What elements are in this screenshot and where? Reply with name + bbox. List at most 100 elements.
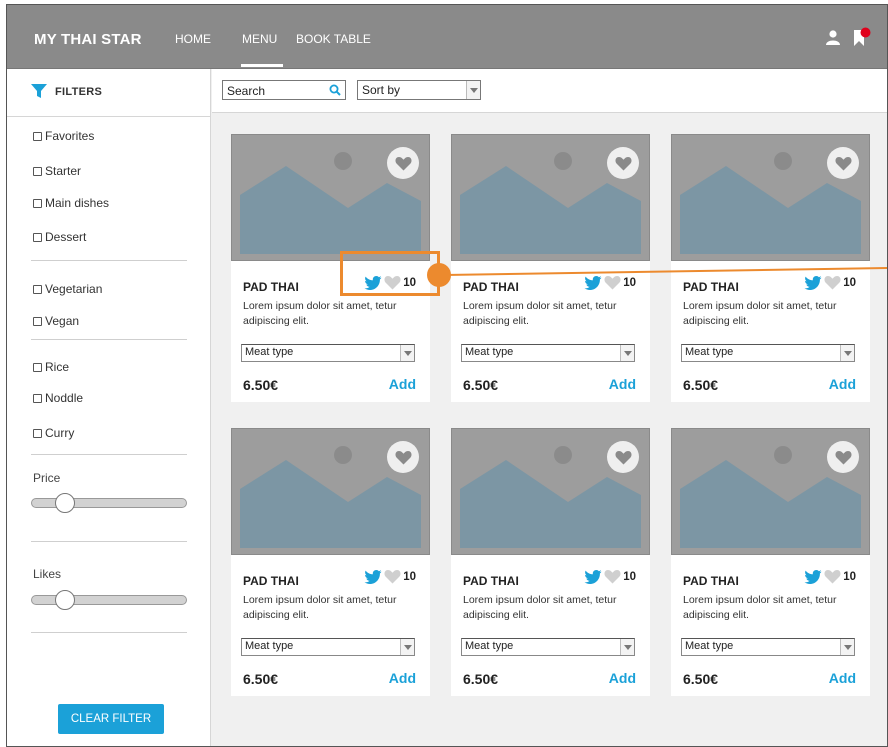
dropdown-arrow-icon[interactable] (466, 81, 480, 99)
dish-price: 6.50€ (243, 377, 279, 393)
dish-description: Lorem ipsum dolor sit amet, tetur adipis… (243, 594, 397, 621)
favorite-button[interactable] (387, 441, 419, 473)
likes-count: 10 (843, 570, 856, 583)
menu-card[interactable]: PAD THAI 10 Lorem ipsum dolor sit amet, … (451, 428, 650, 696)
dish-price: 6.50€ (683, 671, 719, 687)
add-button[interactable]: Add (829, 670, 856, 686)
twitter-icon[interactable] (584, 275, 602, 290)
nav-book-table[interactable]: BOOK TABLE (296, 32, 371, 46)
annotation-highlight-box (340, 251, 440, 296)
checkbox-favorites[interactable]: Favorites (33, 129, 94, 143)
filters-header: FILTERS (7, 69, 211, 117)
divider (31, 454, 187, 455)
meat-type-value: Meat type (465, 346, 514, 358)
checkbox-noddle[interactable]: Noddle (33, 391, 83, 405)
likes-count: 10 (623, 276, 636, 289)
dropdown-arrow-icon[interactable] (400, 639, 414, 655)
dish-image-placeholder[interactable] (671, 428, 870, 555)
filters-title: FILTERS (55, 86, 103, 98)
user-icon[interactable] (826, 30, 840, 45)
checkbox-vegan[interactable]: Vegan (33, 314, 79, 328)
dish-description: Lorem ipsum dolor sit amet, tetur adipis… (683, 594, 837, 621)
bookmark-icon[interactable] (852, 27, 872, 47)
meat-type-dropdown[interactable]: Meat type (241, 638, 415, 656)
search-input[interactable]: Search (222, 80, 346, 100)
meat-type-value: Meat type (685, 640, 734, 652)
checkbox-main-dishes[interactable]: Main dishes (33, 196, 109, 210)
heart-icon (834, 156, 852, 170)
meat-type-dropdown[interactable]: Meat type (681, 638, 855, 656)
add-button[interactable]: Add (609, 670, 636, 686)
favorite-button[interactable] (607, 441, 639, 473)
likes-count: 10 (403, 570, 416, 583)
meat-type-value: Meat type (685, 346, 734, 358)
favorite-button[interactable] (827, 441, 859, 473)
twitter-icon[interactable] (804, 275, 822, 290)
heart-icon[interactable] (824, 275, 841, 290)
dropdown-arrow-icon[interactable] (400, 345, 414, 361)
heart-icon (614, 156, 632, 170)
add-button[interactable]: Add (829, 376, 856, 392)
dish-image-placeholder[interactable] (451, 134, 650, 261)
heart-icon[interactable] (604, 569, 621, 584)
dish-image-placeholder[interactable] (231, 428, 430, 555)
social-stats: 10 (804, 569, 856, 584)
add-button[interactable]: Add (609, 376, 636, 392)
filters-sidebar: FILTERS Favorites Starter Main dishes De… (7, 69, 211, 746)
favorite-button[interactable] (387, 147, 419, 179)
add-button[interactable]: Add (389, 670, 416, 686)
add-button[interactable]: Add (389, 376, 416, 392)
nav-home[interactable]: HOME (175, 32, 211, 46)
price-slider-knob[interactable] (55, 493, 75, 513)
meat-type-dropdown[interactable]: Meat type (241, 344, 415, 362)
meat-type-value: Meat type (245, 640, 294, 652)
likes-label: Likes (33, 567, 62, 581)
dropdown-arrow-icon[interactable] (840, 345, 854, 361)
meat-type-dropdown[interactable]: Meat type (681, 344, 855, 362)
checkbox-starter[interactable]: Starter (33, 164, 81, 178)
heart-icon[interactable] (384, 569, 401, 584)
meat-type-dropdown[interactable]: Meat type (461, 344, 635, 362)
checkbox-rice[interactable]: Rice (33, 360, 69, 374)
checkbox-vegetarian[interactable]: Vegetarian (33, 282, 102, 296)
heart-icon[interactable] (824, 569, 841, 584)
likes-slider[interactable] (31, 590, 187, 610)
twitter-icon[interactable] (584, 569, 602, 584)
menu-card[interactable]: PAD THAI 10 Lorem ipsum dolor sit amet, … (231, 428, 430, 696)
social-stats: 10 (364, 569, 416, 584)
dish-price: 6.50€ (463, 377, 499, 393)
dropdown-arrow-icon[interactable] (620, 345, 634, 361)
favorite-button[interactable] (607, 147, 639, 179)
dish-image-placeholder[interactable] (451, 428, 650, 555)
meat-type-dropdown[interactable]: Meat type (461, 638, 635, 656)
search-icon[interactable] (329, 84, 341, 96)
dropdown-arrow-icon[interactable] (840, 639, 854, 655)
checkbox-dessert[interactable]: Dessert (33, 230, 86, 244)
sort-dropdown[interactable]: Sort by (357, 80, 481, 100)
divider (31, 541, 187, 542)
dropdown-arrow-icon[interactable] (620, 639, 634, 655)
checkbox-box (33, 362, 42, 372)
dish-title: PAD THAI (243, 280, 299, 294)
heart-icon[interactable] (604, 275, 621, 290)
brand-logo[interactable]: MY THAI STAR (34, 31, 142, 48)
checkbox-box (33, 284, 42, 294)
sort-dropdown-value: Sort by (362, 83, 401, 97)
dish-image-placeholder[interactable] (671, 134, 870, 261)
likes-slider-knob[interactable] (55, 590, 75, 610)
social-stats: 10 (804, 275, 856, 290)
checkbox-curry[interactable]: Curry (33, 426, 74, 440)
search-input-value: Search (227, 84, 266, 98)
nav-menu[interactable]: MENU (242, 32, 277, 46)
checkbox-box (33, 198, 42, 208)
twitter-icon[interactable] (804, 569, 822, 584)
dish-image-placeholder[interactable] (231, 134, 430, 261)
favorite-button[interactable] (827, 147, 859, 179)
heart-icon (394, 450, 412, 464)
price-slider[interactable] (31, 493, 187, 513)
menu-card[interactable]: PAD THAI 10 Lorem ipsum dolor sit amet, … (671, 428, 870, 696)
twitter-icon[interactable] (364, 569, 382, 584)
meat-type-value: Meat type (245, 346, 294, 358)
clear-filter-button[interactable]: CLEAR FILTER (58, 704, 164, 734)
dish-title: PAD THAI (463, 280, 519, 294)
